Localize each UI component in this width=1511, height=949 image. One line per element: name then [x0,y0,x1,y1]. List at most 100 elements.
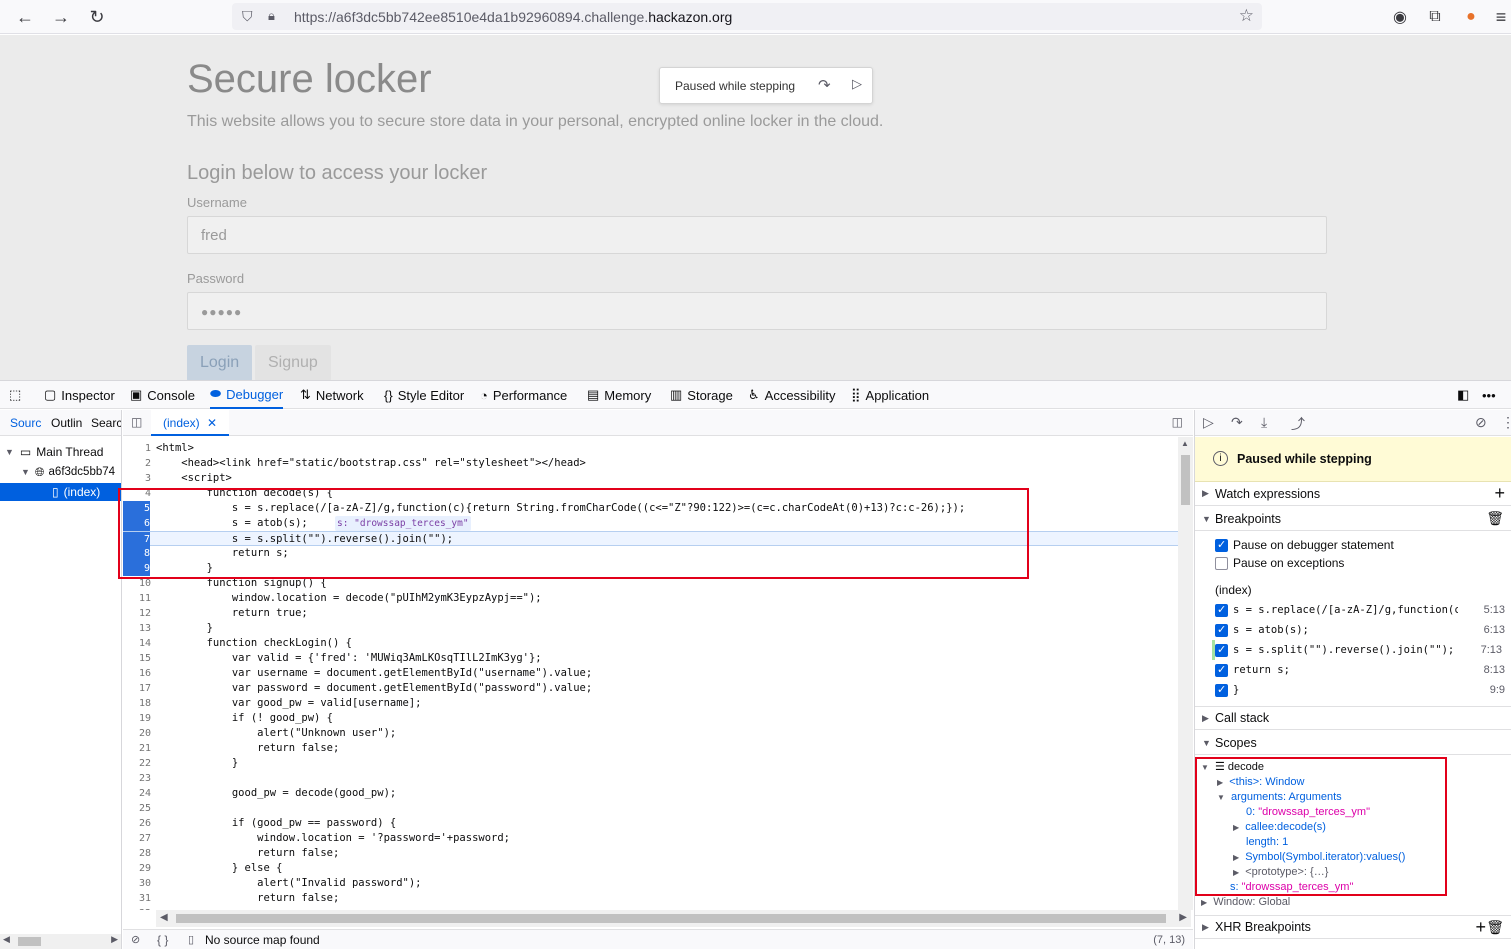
code-line[interactable]: 5 s = s.replace(/[a-zA-Z]/g,function(c){… [123,501,1178,516]
login-button[interactable]: Login [187,345,253,380]
code-line[interactable]: 20 alert("Unknown user"); [123,726,1178,741]
toggle-sources-icon[interactable]: ◫ [131,415,142,429]
extensions-icon[interactable]: ⧉ [1423,5,1447,29]
scope-window-global[interactable]: ▶ Window: Global [1201,895,1290,910]
tab-application[interactable]: ⣿ Application [851,381,929,409]
reload-icon[interactable]: ↻ [85,5,109,29]
deactivate-breakpoints-icon[interactable]: ⊘ [1475,414,1487,431]
more-icon[interactable]: ⋮ [1501,414,1511,431]
account-icon[interactable]: ◉ [1388,5,1412,29]
code-line[interactable]: 24 good_pw = decode(good_pw); [123,786,1178,801]
url-bar[interactable]: ⛉ 🔒︎ https://a6f3dc5bb742ee8510e4da1b929… [232,3,1262,30]
breakpoint-checkbox[interactable] [1215,663,1228,677]
code-line[interactable]: 11 window.location = decode("pUIhM2ymK3E… [123,591,1178,606]
bookmark-star-icon[interactable]: ☆ [1239,6,1254,26]
tab-search[interactable]: Searcl [91,416,121,430]
code-line[interactable]: 26 if (good_pw == password) { [123,816,1178,831]
line-number[interactable]: 15 [123,651,151,666]
code-line[interactable]: 4 function decode(s) { [123,486,1178,501]
line-number[interactable]: 16 [123,666,151,681]
breakpoint-item[interactable]: } 9:9 [1215,680,1505,700]
line-number[interactable]: 20 [123,726,151,741]
tab-storage[interactable]: ▥ Storage [670,381,733,409]
menu-icon[interactable]: ≡ [1489,5,1511,29]
toggle-right-pane-icon[interactable]: ◫ [1172,415,1183,429]
username-input[interactable]: fred [187,216,1327,254]
code-line[interactable]: 3 <script> [123,471,1178,486]
line-number[interactable]: 23 [123,771,151,786]
line-number[interactable]: 29 [123,861,151,876]
line-number[interactable]: 32 [123,906,151,910]
breakpoints-header[interactable]: ▼ Breakpoints 🗑︎ [1195,507,1511,531]
checkbox[interactable] [1215,556,1228,570]
breakpoint-checkbox[interactable] [1215,623,1228,637]
code-view[interactable]: 1 <html> 2 <head><link href="static/bootst… [123,437,1178,910]
add-icon[interactable]: + [1475,917,1486,938]
breakpoint-marker[interactable]: 9 [123,561,150,576]
line-number[interactable]: 21 [123,741,151,756]
code-line[interactable]: 2 <head><link href="static/bootstrap.css… [123,456,1178,471]
tree-file-index[interactable]: ▯ (index) [0,483,121,501]
scope-symbol[interactable]: ▶ Symbol(Symbol.iterator):values() [1233,850,1405,865]
pretty-print-button[interactable]: { } [157,933,168,947]
line-number[interactable]: 22 [123,756,151,771]
pause-on-debugger-checkbox[interactable]: Pause on debugger statement [1215,536,1394,554]
line-number[interactable]: 19 [123,711,151,726]
watch-expressions-header[interactable]: ▶ Watch expressions + [1195,482,1511,506]
resume-icon[interactable]: ▷ [1203,414,1214,431]
line-number[interactable]: 13 [123,621,151,636]
step-over-icon[interactable]: ↷ [818,76,831,94]
line-number[interactable]: 1 [123,441,151,456]
line-number[interactable]: 25 [123,801,151,816]
code-line[interactable]: 8 return s; [123,546,1178,561]
breakpoint-marker[interactable]: 6 [123,516,150,531]
blackbox-icon[interactable]: ⊘ [131,933,140,946]
step-in-icon[interactable]: ⤓ [1261,414,1267,431]
code-line[interactable]: 10 function signup() { [123,576,1178,591]
code-line[interactable]: 17 var password = document.getElementByI… [123,681,1178,696]
scopes-header[interactable]: ▼ Scopes [1195,731,1511,755]
line-number[interactable]: 4 [123,486,151,501]
breakpoint-item[interactable]: s = s.replace(/[a-zA-Z]/g,function(c){r…… [1215,600,1505,620]
horizontal-scrollbar[interactable]: ◀ ▶ [156,910,1191,927]
code-line[interactable]: 21 return false; [123,741,1178,756]
tab-debugger[interactable]: ⬬ Debugger [210,381,284,409]
scope-callee[interactable]: ▶ callee:decode(s) [1233,820,1326,835]
tab-memory[interactable]: ▤ Memory [587,381,651,409]
vertical-scrollbar[interactable]: ▲ [1178,437,1193,910]
call-stack-header[interactable]: ▶ Call stack [1195,706,1511,730]
signup-button[interactable]: Signup [255,345,331,380]
line-number[interactable]: 12 [123,606,151,621]
code-line[interactable]: 12 return true; [123,606,1178,621]
element-picker-icon[interactable]: ⬚ [9,381,26,409]
breakpoint-item[interactable]: s = s.split("").reverse().join(""); 7:13 [1212,640,1502,660]
code-line[interactable]: 30 alert("Invalid password"); [123,876,1178,891]
code-line[interactable]: 1 <html> [123,441,1178,456]
trash-icon[interactable]: 🗑︎ [1486,510,1504,527]
code-line[interactable]: 23 [123,771,1178,786]
tab-style-editor[interactable]: {} Style Editor [384,381,464,409]
code-line[interactable]: 15 var valid = {'fred': 'MUWiq3AmLKOsqTI… [123,651,1178,666]
breakpoint-marker[interactable]: 8 [123,546,150,561]
shield-icon[interactable]: ⛉ [242,8,253,25]
code-line[interactable]: 16 var username = document.getElementByI… [123,666,1178,681]
password-input[interactable]: ●●●●● [187,292,1327,330]
line-number[interactable]: 3 [123,471,151,486]
breakpoint-checkbox[interactable] [1215,683,1228,697]
code-line[interactable]: 27 window.location = '?password='+passwo… [123,831,1178,846]
tab-sources[interactable]: Sourc [10,416,41,430]
trash-icon[interactable]: 🗑︎ [1486,919,1504,936]
step-over-icon[interactable]: ↷ [1231,414,1243,431]
line-number[interactable]: 31 [123,891,151,906]
line-number[interactable]: 14 [123,636,151,651]
code-line[interactable]: 18 var good_pw = valid[username]; [123,696,1178,711]
code-line[interactable]: 6 s = atob(s); s: "drowssap_terces_ym" [123,516,1178,531]
line-number[interactable]: 26 [123,816,151,831]
line-number[interactable]: 18 [123,696,151,711]
xhr-breakpoints-header[interactable]: ▶ XHR Breakpoints + 🗑︎ [1195,915,1511,939]
code-line[interactable]: 13 } [123,621,1178,636]
tree-main-thread[interactable]: ▼ ▭ Main Thread [0,443,121,461]
line-number[interactable]: 30 [123,876,151,891]
back-icon[interactable]: ← [13,5,37,29]
tab-performance[interactable]: ◔ Performance [480,381,567,409]
